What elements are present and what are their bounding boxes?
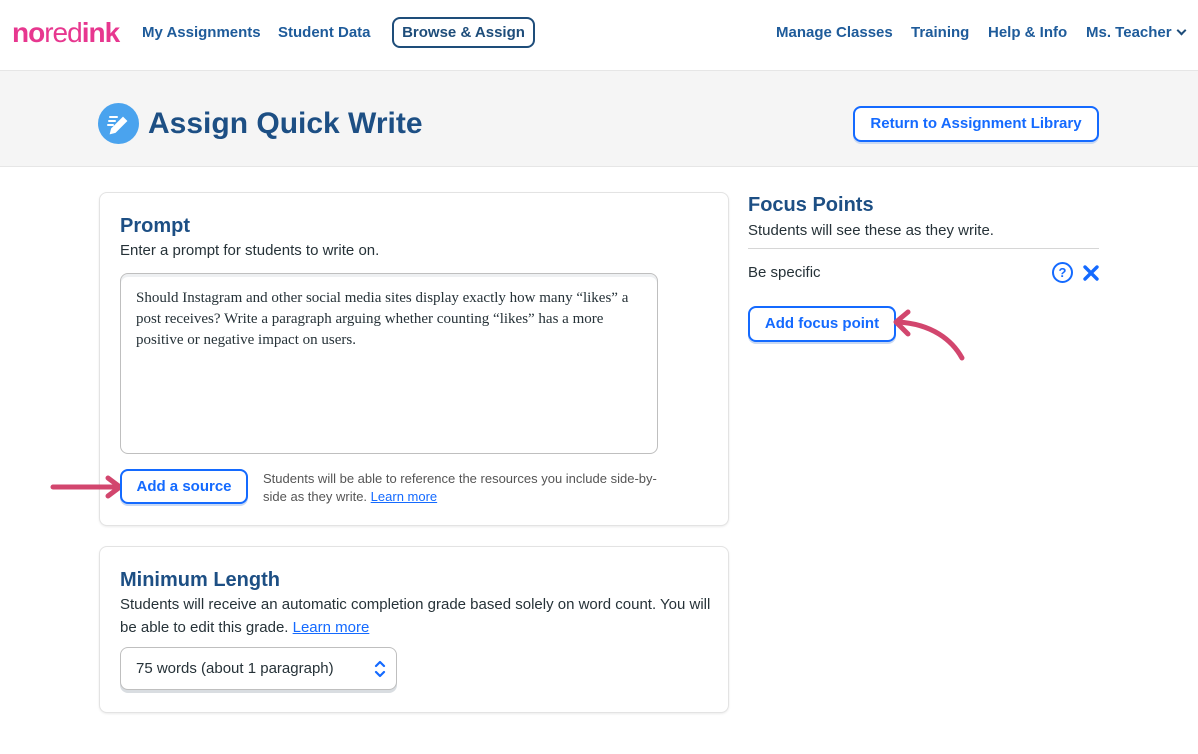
logo-no: no bbox=[12, 17, 45, 48]
chevron-down-icon bbox=[1176, 25, 1187, 36]
add-focus-point-button[interactable]: Add focus point bbox=[748, 306, 896, 342]
nav-manage-classes[interactable]: Manage Classes bbox=[776, 24, 893, 42]
noredink-logo[interactable]: noredink bbox=[12, 17, 120, 48]
prompt-textarea[interactable]: Should Instagram and other social media … bbox=[120, 273, 658, 454]
focus-points-description: Students will see these as they write. bbox=[748, 222, 994, 239]
word-count-select[interactable]: 75 words (about 1 paragraph) bbox=[120, 647, 397, 690]
divider bbox=[748, 248, 1099, 249]
nav-user-menu[interactable]: Ms. Teacher bbox=[1086, 24, 1187, 42]
focus-points-heading: Focus Points bbox=[748, 194, 874, 216]
source-note-text: Students will be able to reference the r… bbox=[263, 471, 657, 504]
prompt-description: Enter a prompt for students to write on. bbox=[120, 242, 380, 259]
annotation-arrow-right-icon bbox=[50, 475, 123, 499]
focus-point-item: Be specific bbox=[748, 264, 821, 281]
nav-browse-assign[interactable]: Browse & Assign bbox=[392, 17, 535, 48]
prompt-heading: Prompt bbox=[120, 215, 190, 237]
minimum-length-heading: Minimum Length bbox=[120, 569, 280, 591]
word-count-selected: 75 words (about 1 paragraph) bbox=[136, 660, 334, 677]
nav-student-data[interactable]: Student Data bbox=[278, 24, 371, 42]
logo-red: red bbox=[44, 17, 82, 48]
source-note: Students will be able to reference the r… bbox=[263, 470, 663, 506]
top-nav: noredink My Assignments Student Data Bro… bbox=[0, 0, 1198, 71]
pencil-icon bbox=[98, 103, 139, 144]
user-name: Ms. Teacher bbox=[1086, 24, 1172, 41]
annotation-arrow-curved-icon bbox=[893, 309, 965, 361]
minimum-length-text: Students will receive an automatic compl… bbox=[120, 596, 711, 636]
close-icon[interactable] bbox=[1082, 264, 1100, 282]
nav-my-assignments[interactable]: My Assignments bbox=[142, 24, 261, 42]
nav-help-info[interactable]: Help & Info bbox=[988, 24, 1067, 42]
minimum-length-description: Students will receive an automatic compl… bbox=[120, 593, 716, 639]
logo-ink: ink bbox=[81, 17, 120, 48]
minimum-length-learn-more-link[interactable]: Learn more bbox=[293, 619, 370, 636]
return-to-library-button[interactable]: Return to Assignment Library bbox=[853, 106, 1099, 142]
select-arrows-icon bbox=[374, 660, 386, 678]
help-icon[interactable]: ? bbox=[1052, 262, 1073, 283]
nav-training[interactable]: Training bbox=[911, 24, 969, 42]
source-learn-more-link[interactable]: Learn more bbox=[371, 489, 437, 504]
add-source-button[interactable]: Add a source bbox=[120, 469, 248, 504]
page-title: Assign Quick Write bbox=[148, 107, 423, 140]
